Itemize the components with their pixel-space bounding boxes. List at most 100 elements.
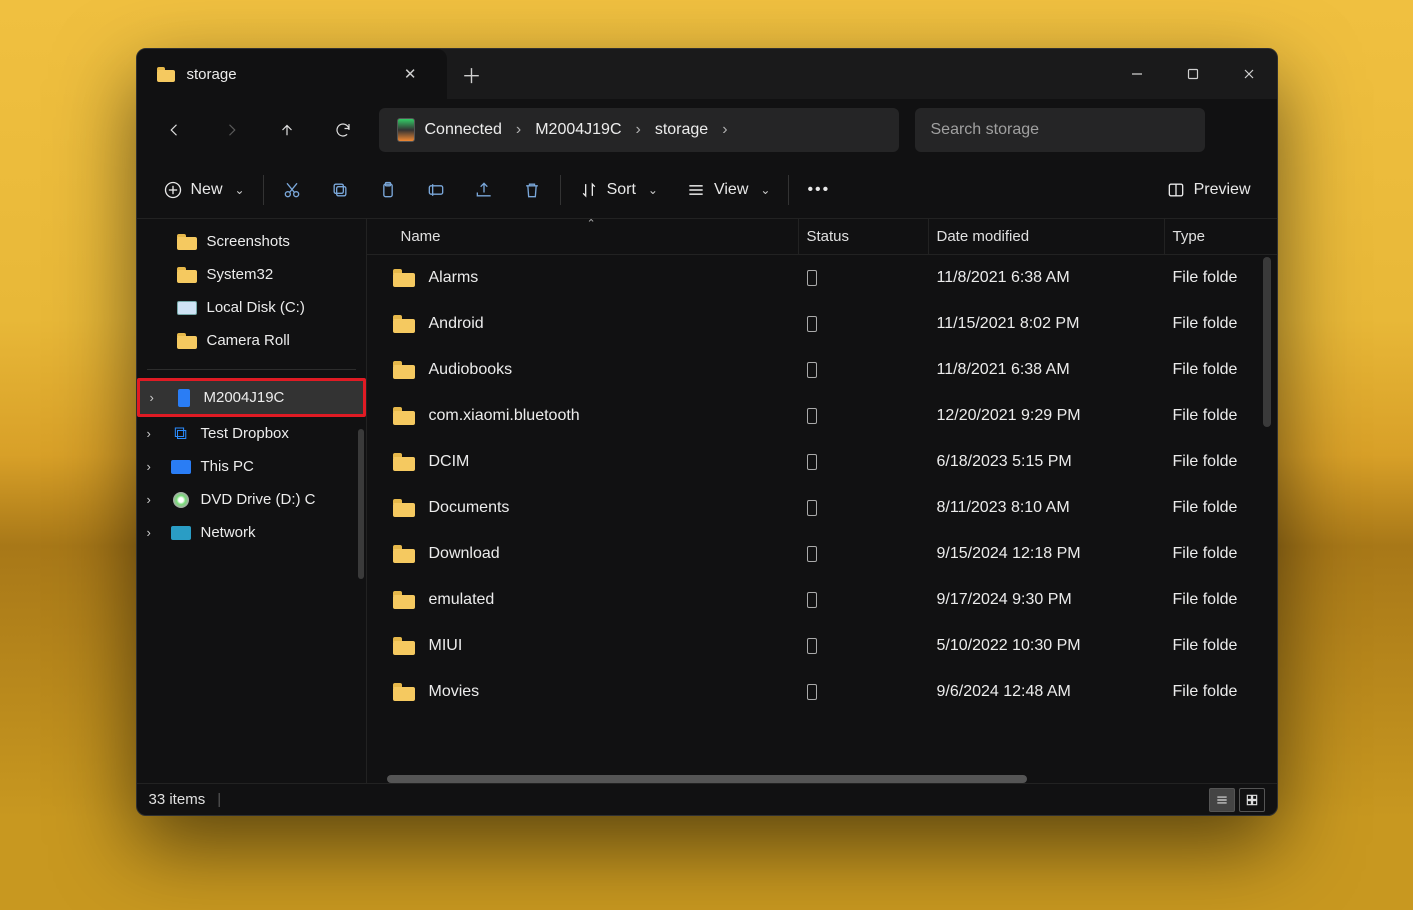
preview-button[interactable]: Preview	[1152, 170, 1265, 210]
phone-status-icon	[807, 408, 817, 424]
more-button[interactable]: •••	[793, 170, 844, 210]
share-button[interactable]	[460, 170, 508, 210]
table-row[interactable]: Download 9/15/2024 12:18 PM File folde	[367, 531, 1277, 577]
file-name: Download	[429, 545, 500, 563]
folder-icon	[393, 591, 415, 609]
file-date: 5/10/2022 10:30 PM	[937, 637, 1081, 655]
sort-button[interactable]: Sort ⌄	[565, 170, 672, 210]
horizontal-scrollbar[interactable]	[387, 775, 1027, 783]
table-row[interactable]: Documents 8/11/2023 8:10 AM File folde	[367, 485, 1277, 531]
table-row[interactable]: Android 11/15/2021 8:02 PM File folde	[367, 301, 1277, 347]
file-type: File folde	[1173, 315, 1238, 333]
chevron-right-icon[interactable]: ›	[147, 459, 163, 474]
file-name: com.xiaomi.bluetooth	[429, 407, 580, 425]
sidebar-scrollbar[interactable]	[358, 429, 364, 579]
view-button[interactable]: View ⌄	[672, 170, 784, 210]
folder-icon	[393, 499, 415, 517]
breadcrumb-item[interactable]: storage	[645, 108, 718, 152]
file-name: Android	[429, 315, 484, 333]
chevron-right-icon[interactable]: ›	[147, 492, 163, 507]
new-button[interactable]: New ⌄	[149, 170, 259, 210]
table-row[interactable]: DCIM 6/18/2023 5:15 PM File folde	[367, 439, 1277, 485]
table-row[interactable]: emulated 9/17/2024 9:30 PM File folde	[367, 577, 1277, 623]
view-thumbnails-button[interactable]	[1239, 788, 1265, 812]
table-row[interactable]: Alarms 11/8/2021 6:38 AM File folde	[367, 255, 1277, 301]
column-status[interactable]: Status	[799, 219, 929, 254]
table-row[interactable]: Audiobooks 11/8/2021 6:38 AM File folde	[367, 347, 1277, 393]
sidebar[interactable]: ScreenshotsSystem32 Local Disk (C:) Camera…	[137, 219, 367, 783]
window-close-button[interactable]	[1221, 49, 1277, 99]
view-toggle	[1209, 788, 1265, 812]
folder-icon	[177, 234, 197, 250]
nav-up-button[interactable]	[261, 110, 313, 150]
status-item-count: 33 items	[149, 791, 206, 808]
folder-icon	[157, 67, 175, 82]
cut-button[interactable]	[268, 170, 316, 210]
sidebar-item-label: Test Dropbox	[201, 425, 289, 442]
view-details-button[interactable]	[1209, 788, 1235, 812]
sidebar-item-label: Network	[201, 524, 256, 541]
file-type: File folde	[1173, 361, 1238, 379]
phone-status-icon	[807, 316, 817, 332]
nav-back-button[interactable]	[149, 110, 201, 150]
folder-icon	[393, 683, 415, 701]
new-label: New	[191, 181, 223, 199]
file-name: Movies	[429, 683, 480, 701]
tab-close-button[interactable]: ✕	[398, 63, 423, 85]
sidebar-item[interactable]: › Network	[137, 516, 366, 549]
copy-button[interactable]	[316, 170, 364, 210]
tab-storage[interactable]: storage ✕	[137, 49, 447, 99]
network-icon	[171, 526, 191, 540]
breadcrumb-root[interactable]: Connected	[387, 108, 512, 152]
nav-forward-button[interactable]	[205, 110, 257, 150]
sidebar-item[interactable]: Local Disk (C:)	[137, 291, 366, 324]
paste-button[interactable]	[364, 170, 412, 210]
table-row[interactable]: com.xiaomi.bluetooth 12/20/2021 9:29 PM …	[367, 393, 1277, 439]
delete-button[interactable]	[508, 170, 556, 210]
chevron-right-icon: ›	[720, 121, 729, 139]
window-maximize-button[interactable]	[1165, 49, 1221, 99]
sidebar-item-label: Local Disk (C:)	[207, 299, 305, 316]
window-minimize-button[interactable]	[1109, 49, 1165, 99]
sidebar-item[interactable]: › M2004J19C	[137, 378, 366, 417]
sidebar-item[interactable]: › This PC	[137, 450, 366, 483]
nav-refresh-button[interactable]	[317, 110, 369, 150]
file-name: MIUI	[429, 637, 463, 655]
search-input[interactable]: Search storage	[915, 108, 1205, 152]
chevron-down-icon: ⌄	[235, 183, 245, 197]
chevron-right-icon[interactable]: ›	[150, 390, 166, 405]
column-name-label: Name	[401, 228, 441, 245]
sidebar-item[interactable]: Camera Roll	[137, 324, 366, 357]
column-headers[interactable]: ⌃ Name Status Date modified Type	[367, 219, 1277, 255]
column-date[interactable]: Date modified	[929, 219, 1165, 254]
phone-status-icon	[807, 684, 817, 700]
file-rows[interactable]: Alarms 11/8/2021 6:38 AM File folde Andr…	[367, 255, 1277, 771]
sidebar-item[interactable]: › DVD Drive (D:) C	[137, 483, 366, 516]
chevron-right-icon[interactable]: ›	[147, 525, 163, 540]
folder-icon	[393, 453, 415, 471]
device-icon	[397, 118, 415, 142]
file-name: Audiobooks	[429, 361, 513, 379]
vertical-scrollbar[interactable]	[1263, 257, 1271, 427]
breadcrumb-item[interactable]: M2004J19C	[525, 108, 631, 152]
disk-icon	[177, 301, 197, 315]
rename-button[interactable]	[412, 170, 460, 210]
sidebar-item[interactable]: › ⧉ Test Dropbox	[137, 417, 366, 450]
new-tab-button[interactable]: ＋	[447, 49, 497, 99]
folder-icon	[393, 407, 415, 425]
sidebar-item-label: M2004J19C	[204, 389, 285, 406]
column-type[interactable]: Type	[1165, 219, 1277, 254]
chevron-right-icon[interactable]: ›	[147, 426, 163, 441]
sidebar-item[interactable]: System32	[137, 258, 366, 291]
sidebar-item-label: This PC	[201, 458, 254, 475]
file-pane: ⌃ Name Status Date modified Type Alarms …	[367, 219, 1277, 783]
file-date: 6/18/2023 5:15 PM	[937, 453, 1072, 471]
table-row[interactable]: Movies 9/6/2024 12:48 AM File folde	[367, 669, 1277, 715]
sidebar-item-label: DVD Drive (D:) C	[201, 491, 316, 508]
table-row[interactable]: MIUI 5/10/2022 10:30 PM File folde	[367, 623, 1277, 669]
sidebar-item[interactable]: Screenshots	[137, 225, 366, 258]
breadcrumb[interactable]: Connected › M2004J19C › storage ›	[379, 108, 899, 152]
chevron-down-icon: ⌄	[648, 183, 658, 197]
phone-status-icon	[807, 454, 817, 470]
file-name: Alarms	[429, 269, 479, 287]
